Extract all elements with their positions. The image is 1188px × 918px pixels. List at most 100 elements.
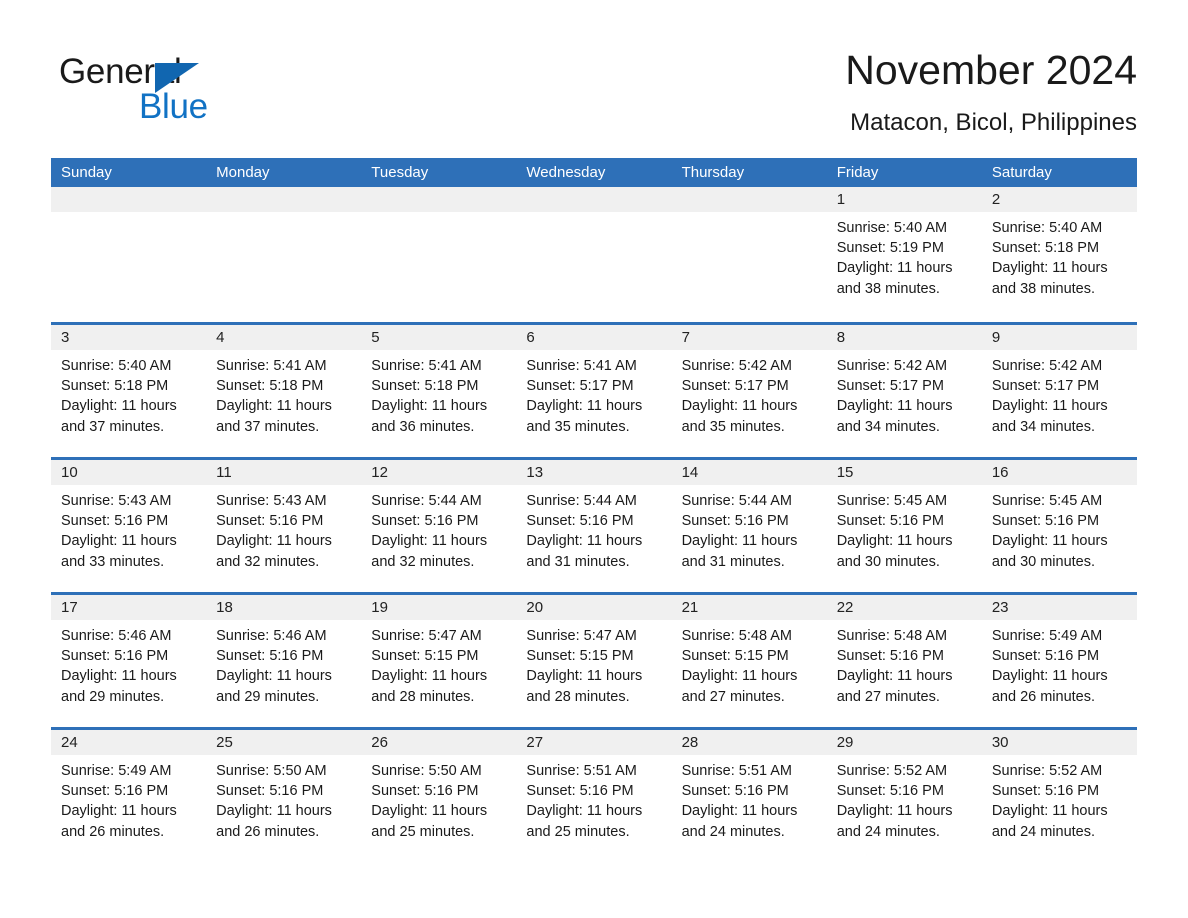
page-header: General Blue November 2024 Matacon, Bico… xyxy=(51,40,1137,150)
calendar-week-row: 24 Sunrise: 5:49 AM Sunset: 5:16 PM Dayligh… xyxy=(51,727,1137,862)
day-number: 11 xyxy=(206,460,362,485)
calendar-day-cell[interactable]: 8 Sunrise: 5:42 AM Sunset: 5:17 PM Daylight… xyxy=(826,325,982,457)
daylight-text-line1: Daylight: 11 hours xyxy=(371,533,488,550)
sunrise-text: Sunrise: 5:40 AM xyxy=(991,220,1103,236)
sunrise-text: Sunrise: 5:49 AM xyxy=(991,628,1103,644)
calendar-day-cell[interactable]: 23 Sunrise: 5:49 AM Sunset: 5:16 PM Dayligh… xyxy=(981,595,1137,727)
daylight-text-line2: and 30 minutes. xyxy=(991,553,1096,570)
sunrise-text: Sunrise: 5:42 AM xyxy=(836,358,948,374)
calendar-day-cell[interactable]: 26 Sunrise: 5:50 AM Sunset: 5:16 PM Dayligh… xyxy=(361,730,517,862)
calendar-day-cell[interactable]: 21 Sunrise: 5:48 AM Sunset: 5:15 PM Dayligh… xyxy=(671,595,827,727)
daylight-text-line1: Daylight: 11 hours xyxy=(836,260,953,277)
calendar-day-cell[interactable]: 19 Sunrise: 5:47 AM Sunset: 5:15 PM Dayligh… xyxy=(361,595,517,727)
calendar-day-cell[interactable]: 14 Sunrise: 5:44 AM Sunset: 5:16 PM Dayligh… xyxy=(671,460,827,592)
day-number: 12 xyxy=(361,460,517,485)
day-details: Sunrise: 5:50 AM Sunset: 5:16 PM Daylight:… xyxy=(206,755,361,842)
daylight-text-line2: and 29 minutes. xyxy=(61,688,165,705)
daylight-text-line2: and 26 minutes. xyxy=(216,823,320,840)
weekday-header-friday: Friday xyxy=(836,164,879,181)
calendar-day-cell[interactable]: 2 Sunrise: 5:40 AM Sunset: 5:18 PM Daylight… xyxy=(981,187,1137,322)
daylight-text-line2: and 25 minutes. xyxy=(371,823,475,840)
daylight-text-line1: Daylight: 11 hours xyxy=(681,398,798,415)
calendar-week-row: 10 Sunrise: 5:43 AM Sunset: 5:16 PM Dayligh… xyxy=(51,457,1137,592)
calendar-day-cell[interactable]: 4 Sunrise: 5:41 AM Sunset: 5:18 PM Daylight… xyxy=(206,325,362,457)
calendar-day-cell[interactable]: 12 Sunrise: 5:44 AM Sunset: 5:16 PM Dayligh… xyxy=(361,460,517,592)
weekday-header-thursday: Thursday xyxy=(681,164,745,181)
calendar-day-cell[interactable]: 17 Sunrise: 5:46 AM Sunset: 5:16 PM Dayligh… xyxy=(51,595,207,727)
calendar-day-cell[interactable]: 9 Sunrise: 5:42 AM Sunset: 5:17 PM Daylight… xyxy=(981,325,1137,457)
calendar-day-cell[interactable]: 13 Sunrise: 5:44 AM Sunset: 5:16 PM Dayligh… xyxy=(516,460,672,592)
calendar-cell-empty xyxy=(671,187,827,322)
calendar-day-cell[interactable]: 11 Sunrise: 5:43 AM Sunset: 5:16 PM Dayligh… xyxy=(206,460,362,592)
daylight-text-line1: Daylight: 11 hours xyxy=(991,668,1108,685)
day-number: 8 xyxy=(826,325,982,350)
sunset-text: Sunset: 5:16 PM xyxy=(681,513,789,530)
calendar-cell-empty xyxy=(516,187,672,322)
sunset-text: Sunset: 5:18 PM xyxy=(216,378,324,395)
daylight-text-line2: and 28 minutes. xyxy=(526,688,630,705)
calendar-day-cell[interactable]: 20 Sunrise: 5:47 AM Sunset: 5:15 PM Dayligh… xyxy=(516,595,672,727)
calendar-day-cell[interactable]: 10 Sunrise: 5:43 AM Sunset: 5:16 PM Dayligh… xyxy=(51,460,207,592)
day-details: Sunrise: 5:41 AM Sunset: 5:17 PM Daylight:… xyxy=(516,350,671,437)
calendar-day-cell[interactable]: 15 Sunrise: 5:45 AM Sunset: 5:16 PM Dayligh… xyxy=(826,460,982,592)
sunset-text: Sunset: 5:16 PM xyxy=(836,783,944,800)
day-details: Sunrise: 5:41 AM Sunset: 5:18 PM Daylight:… xyxy=(361,350,516,437)
day-details: Sunrise: 5:42 AM Sunset: 5:17 PM Daylight:… xyxy=(672,350,827,437)
day-number xyxy=(206,187,362,212)
calendar-day-cell[interactable]: 6 Sunrise: 5:41 AM Sunset: 5:17 PM Daylight… xyxy=(516,325,672,457)
calendar-day-cell[interactable]: 16 Sunrise: 5:45 AM Sunset: 5:16 PM Dayligh… xyxy=(981,460,1137,592)
calendar-day-cell[interactable]: 27 Sunrise: 5:51 AM Sunset: 5:16 PM Dayligh… xyxy=(516,730,672,862)
calendar-day-cell[interactable]: 3 Sunrise: 5:40 AM Sunset: 5:18 PM Daylight… xyxy=(51,325,207,457)
daylight-text-line2: and 26 minutes. xyxy=(991,688,1096,705)
generalblue-logo[interactable]: General Blue xyxy=(59,52,319,132)
calendar-day-cell[interactable]: 1 Sunrise: 5:40 AM Sunset: 5:19 PM Daylight… xyxy=(826,187,982,322)
day-number xyxy=(51,187,207,212)
sunrise-text: Sunrise: 5:45 AM xyxy=(836,493,948,509)
sunrise-text: Sunrise: 5:47 AM xyxy=(371,628,482,644)
day-number: 5 xyxy=(361,325,517,350)
sunrise-text: Sunrise: 5:52 AM xyxy=(991,763,1103,779)
calendar-day-cell[interactable]: 29 Sunrise: 5:52 AM Sunset: 5:16 PM Dayligh… xyxy=(826,730,982,862)
daylight-text-line1: Daylight: 11 hours xyxy=(216,533,332,550)
calendar-day-cell[interactable]: 25 Sunrise: 5:50 AM Sunset: 5:16 PM Dayligh… xyxy=(206,730,362,862)
daylight-text-line1: Daylight: 11 hours xyxy=(991,533,1108,550)
calendar-day-cell[interactable]: 24 Sunrise: 5:49 AM Sunset: 5:16 PM Dayligh… xyxy=(51,730,207,862)
day-number: 17 xyxy=(51,595,207,620)
daylight-text-line1: Daylight: 11 hours xyxy=(371,803,488,820)
weekday-header-tuesday: Tuesday xyxy=(371,164,429,181)
daylight-text-line1: Daylight: 11 hours xyxy=(61,398,177,415)
sunset-text: Sunset: 5:16 PM xyxy=(991,648,1100,665)
day-details: Sunrise: 5:52 AM Sunset: 5:16 PM Daylight:… xyxy=(827,755,982,842)
sunset-text: Sunset: 5:19 PM xyxy=(836,240,944,257)
calendar-day-cell[interactable]: 18 Sunrise: 5:46 AM Sunset: 5:16 PM Dayligh… xyxy=(206,595,362,727)
day-number: 1 xyxy=(826,187,982,212)
daylight-text-line1: Daylight: 11 hours xyxy=(836,668,953,685)
daylight-text-line1: Daylight: 11 hours xyxy=(371,668,488,685)
calendar-day-cell[interactable]: 30 Sunrise: 5:52 AM Sunset: 5:16 PM Dayligh… xyxy=(981,730,1137,862)
calendar-day-cell[interactable]: 28 Sunrise: 5:51 AM Sunset: 5:16 PM Dayligh… xyxy=(671,730,827,862)
daylight-text-line2: and 38 minutes. xyxy=(991,280,1096,297)
calendar-grid: Sunday Monday Tuesday Wednesday Thursday Frid… xyxy=(51,158,1137,862)
day-details: Sunrise: 5:50 AM Sunset: 5:16 PM Daylight:… xyxy=(361,755,516,842)
day-number: 16 xyxy=(981,460,1137,485)
calendar-cell-empty xyxy=(51,187,207,322)
calendar-day-cell[interactable]: 22 Sunrise: 5:48 AM Sunset: 5:16 PM Dayligh… xyxy=(826,595,982,727)
daylight-text-line1: Daylight: 11 hours xyxy=(61,668,177,685)
calendar-day-cell[interactable]: 7 Sunrise: 5:42 AM Sunset: 5:17 PM Daylight… xyxy=(671,325,827,457)
sunset-text: Sunset: 5:16 PM xyxy=(216,648,324,665)
sunrise-text: Sunrise: 5:48 AM xyxy=(681,628,792,644)
sunset-text: Sunset: 5:16 PM xyxy=(61,783,169,800)
page-title: November 2024 xyxy=(845,47,1137,93)
sunrise-text: Sunrise: 5:40 AM xyxy=(61,358,172,374)
daylight-text-line2: and 24 minutes. xyxy=(991,823,1096,840)
daylight-text-line1: Daylight: 11 hours xyxy=(681,803,798,820)
daylight-text-line1: Daylight: 11 hours xyxy=(371,398,488,415)
daylight-text-line2: and 38 minutes. xyxy=(836,280,940,297)
day-details: Sunrise: 5:43 AM Sunset: 5:16 PM Daylight:… xyxy=(51,485,206,572)
day-details: Sunrise: 5:52 AM Sunset: 5:16 PM Daylight:… xyxy=(982,755,1137,842)
calendar-day-cell[interactable]: 5 Sunrise: 5:41 AM Sunset: 5:18 PM Daylight… xyxy=(361,325,517,457)
daylight-text-line2: and 24 minutes. xyxy=(836,823,940,840)
day-details: Sunrise: 5:45 AM Sunset: 5:16 PM Daylight:… xyxy=(827,485,982,572)
day-details: Sunrise: 5:40 AM Sunset: 5:18 PM Daylight:… xyxy=(982,212,1137,299)
day-number: 21 xyxy=(671,595,827,620)
